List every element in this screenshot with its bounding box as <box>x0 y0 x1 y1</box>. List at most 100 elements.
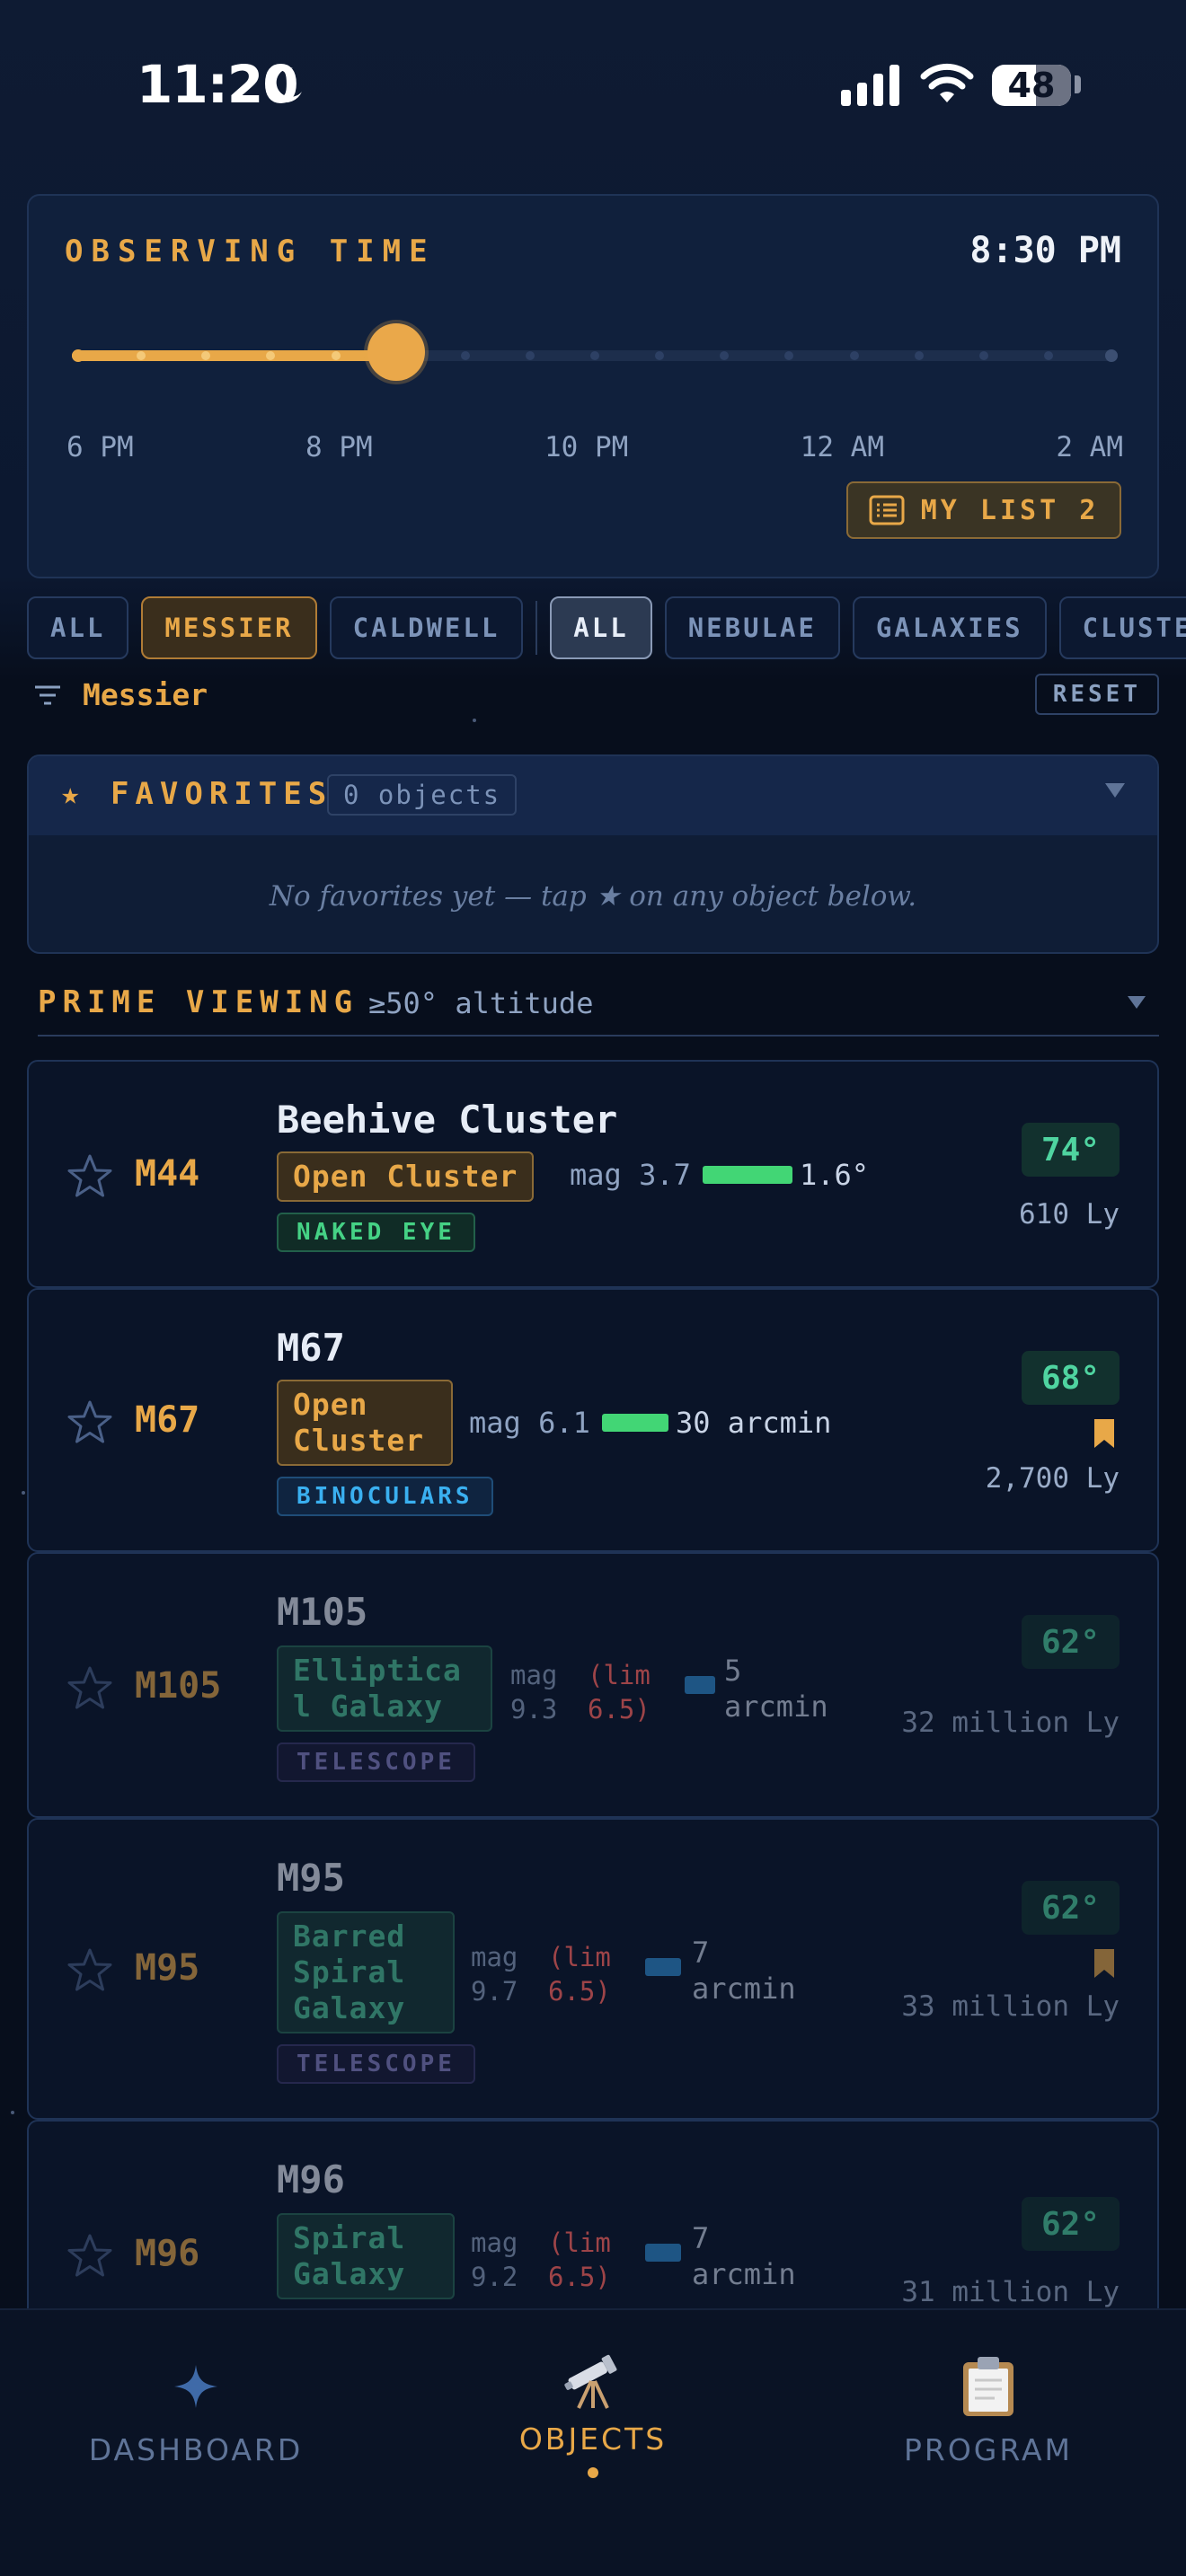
equipment-tag: NAKED EYE <box>277 1213 475 1252</box>
nav-dashboard[interactable]: DASHBOARD <box>61 2346 331 2467</box>
observing-time-panel: OBSERVING TIME 8:30 PM 6 PM 8 PM 10 PM 1… <box>27 194 1159 578</box>
telescope-icon <box>458 2342 728 2416</box>
object-type-badge: Elliptical Galaxy <box>277 1645 492 1732</box>
favorites-empty-text: No favorites yet — tap ★ on any object b… <box>269 880 917 913</box>
object-card[interactable]: M44 Beehive Cluster Open Cluster mag 3.7… <box>27 1060 1159 1288</box>
favorite-star-icon[interactable] <box>66 1665 113 1712</box>
time-step-dot <box>720 351 730 360</box>
object-type-badge: Spiral Galaxy <box>277 2213 455 2299</box>
bottom-navigation: DASHBOARD OBJECTS PROGRAM <box>0 2308 1186 2576</box>
time-slider-thumb[interactable] <box>367 323 425 381</box>
chevron-down-icon <box>1105 783 1125 798</box>
active-indicator <box>588 2467 598 2478</box>
tick-label: 12 AM <box>800 431 884 463</box>
distance: 32 million Ly <box>901 1707 1120 1739</box>
catalog-id: M44 <box>135 1153 200 1195</box>
object-card[interactable]: M95 M95 Barred Spiral Galaxy mag 9.7 (li… <box>27 1818 1159 2120</box>
nav-label: DASHBOARD <box>88 2432 304 2467</box>
time-step-dot <box>1043 351 1053 360</box>
time-step-dot <box>590 351 599 360</box>
altitude-badge: 62° <box>1021 1615 1120 1669</box>
visibility-bar <box>685 1676 715 1694</box>
chip-galaxies[interactable]: GALAXIES <box>852 596 1047 659</box>
chip-messier[interactable]: MESSIER <box>141 596 317 659</box>
my-list-button[interactable]: MY LIST 2 <box>846 481 1121 539</box>
catalog-id: M96 <box>135 2233 200 2274</box>
chevron-down-icon <box>1128 996 1146 1009</box>
object-name: M67 <box>277 1326 345 1370</box>
magnitude: mag 3.7 <box>570 1158 691 1192</box>
bookmark-icon[interactable] <box>1094 1419 1114 1448</box>
equipment-tag: TELESCOPE <box>277 2044 475 2084</box>
object-type-badge: Open Cluster <box>277 1151 535 1202</box>
favorite-star-icon[interactable] <box>66 1947 113 1994</box>
angular-size: 5 arcmin <box>724 1654 828 1724</box>
time-slider-fill <box>72 350 396 361</box>
time-step-dot <box>655 351 665 360</box>
chip-caldwell[interactable]: CALDWELL <box>329 596 524 659</box>
object-type-badge: Barred Spiral Galaxy <box>277 1911 455 2033</box>
time-step-dot <box>525 351 535 360</box>
tick-label: 8 PM <box>305 431 373 463</box>
favorite-star-icon[interactable] <box>66 2233 113 2280</box>
active-filter-label: Messier <box>83 677 208 712</box>
battery-level: 48 <box>1007 66 1056 105</box>
object-name: Beehive Cluster <box>277 1098 618 1142</box>
nav-objects[interactable]: OBJECTS <box>458 2342 728 2478</box>
angular-size: 1.6° <box>800 1158 870 1192</box>
object-name: M105 <box>277 1590 368 1634</box>
sparkle-icon <box>61 2346 331 2427</box>
prime-viewing-header[interactable]: PRIME VIEWING ≥50° altitude <box>38 983 1159 1037</box>
object-card[interactable]: M67 M67 Open Cluster mag 6.1 30 arcmin B… <box>27 1288 1159 1552</box>
app-screen: { "status_bar": {"time": "11:20", "batte… <box>0 0 1186 2576</box>
magnitude: mag 6.1 <box>469 1406 590 1440</box>
observing-time-label: OBSERVING TIME <box>65 234 436 269</box>
time-step-dot <box>914 351 924 360</box>
angular-size: 7 arcmin <box>692 2221 796 2291</box>
chip-type-all[interactable]: ALL <box>550 596 652 659</box>
distance: 2,700 Ly <box>985 1462 1120 1495</box>
favorite-star-icon[interactable] <box>66 1399 113 1446</box>
visibility-bar <box>602 1414 668 1432</box>
object-card[interactable]: M105 M105 Elliptical Galaxy mag 9.3 (lim… <box>27 1552 1159 1818</box>
time-step-dot <box>331 351 341 360</box>
observing-time-value: 8:30 PM <box>969 230 1121 271</box>
time-step-dot <box>460 351 470 360</box>
object-name: M96 <box>277 2157 345 2201</box>
prime-viewing-title: PRIME VIEWING <box>38 984 359 1020</box>
list-icon <box>869 495 905 525</box>
moon-icon <box>267 66 302 103</box>
reset-button[interactable]: RESET <box>1034 674 1159 715</box>
chip-clusters[interactable]: CLUSTERS <box>1058 596 1186 659</box>
tick-label: 10 PM <box>544 431 629 463</box>
prime-viewing-subtitle: ≥50° altitude <box>368 986 594 1020</box>
filter-chips: ALL MESSIER CALDWELL ALL NEBULAE GALAXIE… <box>27 596 1186 659</box>
favorite-star-icon[interactable] <box>66 1153 113 1200</box>
favorites-title: ★ FAVORITES <box>61 776 333 812</box>
chip-nebulae[interactable]: NEBULAE <box>664 596 840 659</box>
catalog-id: M95 <box>135 1947 200 1989</box>
object-name: M95 <box>277 1856 345 1900</box>
battery-tip <box>1075 75 1081 93</box>
time-step-dot <box>784 351 794 360</box>
filter-icon <box>35 685 60 705</box>
favorites-panel: ★ FAVORITES 0 objects No favorites yet —… <box>27 754 1159 954</box>
object-type-badge: Open Cluster <box>277 1380 453 1466</box>
tick-label: 2 AM <box>1056 431 1123 463</box>
clipboard-icon <box>854 2346 1123 2427</box>
visibility-bar <box>645 2244 681 2262</box>
chip-divider <box>535 601 538 655</box>
time-step-dot <box>978 351 988 360</box>
nav-program[interactable]: PROGRAM <box>854 2346 1123 2467</box>
bookmark-icon[interactable] <box>1094 1949 1114 1978</box>
catalog-id: M105 <box>135 1665 222 1707</box>
time-step-dot <box>72 349 84 362</box>
chip-catalog-all[interactable]: ALL <box>27 596 129 659</box>
altitude-badge: 62° <box>1021 2197 1120 2251</box>
time-slider-track[interactable] <box>72 349 1118 362</box>
favorites-header[interactable]: ★ FAVORITES 0 objects <box>29 756 1157 835</box>
angular-size: 30 arcmin <box>676 1406 832 1440</box>
nav-label: OBJECTS <box>518 2422 668 2457</box>
my-list-label: MY LIST 2 <box>920 494 1100 526</box>
time-step-dot <box>849 351 859 360</box>
